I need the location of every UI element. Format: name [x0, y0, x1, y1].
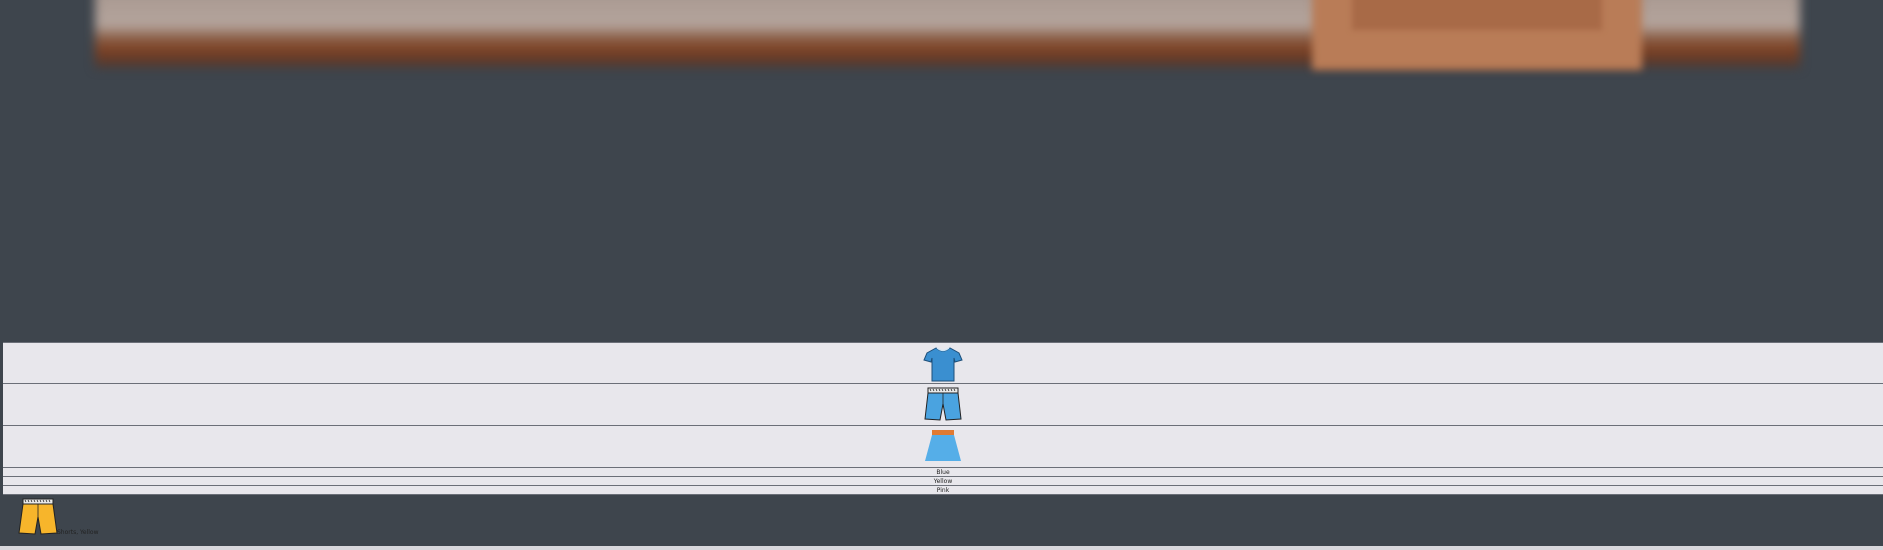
- option-color-pink-label: Pink: [936, 487, 950, 494]
- bottom-bar: [0, 546, 1883, 550]
- yellow-shorts-icon[interactable]: [16, 497, 60, 537]
- option-shorts[interactable]: [3, 384, 1883, 426]
- current-item-label: Shorts, Yellow: [57, 529, 99, 536]
- option-color-blue[interactable]: Blue: [3, 468, 1883, 477]
- option-color-blue-label: Blue: [936, 469, 950, 476]
- clothing-option-list: Blue Yellow Pink: [3, 342, 1883, 495]
- option-color-yellow[interactable]: Yellow: [3, 477, 1883, 486]
- blue-tshirt-icon: [923, 347, 963, 382]
- option-color-pink[interactable]: Pink: [3, 486, 1883, 495]
- blue-shorts-icon: [924, 387, 962, 421]
- option-skirt[interactable]: [3, 426, 1883, 468]
- blue-skirt-icon: [925, 430, 961, 461]
- option-color-yellow-label: Yellow: [933, 478, 953, 485]
- background-crate-inner: [1352, 0, 1602, 30]
- option-tshirt[interactable]: [3, 342, 1883, 384]
